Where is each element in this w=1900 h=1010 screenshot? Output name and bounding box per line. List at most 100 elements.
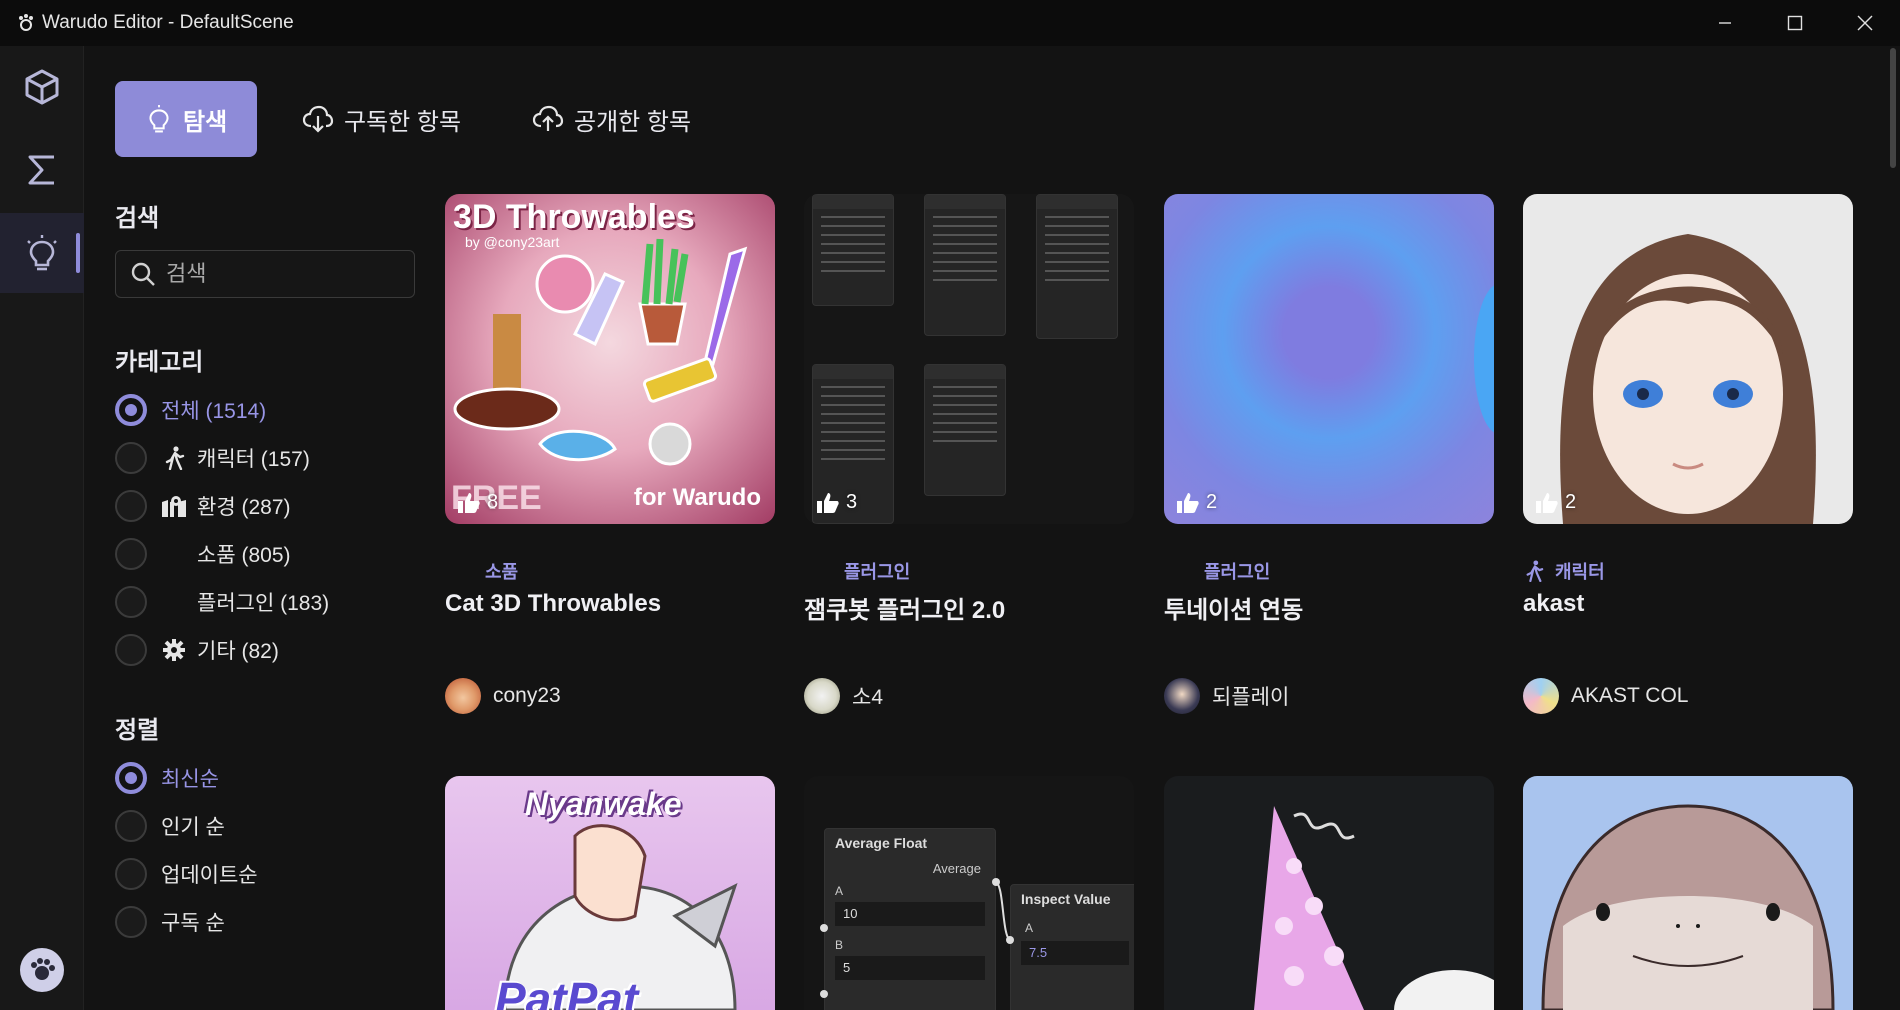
thumb-for: for Warudo <box>633 484 761 511</box>
like-count-value: 2 <box>1565 491 1577 513</box>
sort-heading: 정렬 <box>115 717 160 744</box>
category-environment[interactable]: 환경 (287) <box>115 486 291 526</box>
minimize-button[interactable] <box>1690 0 1760 46</box>
radio-button[interactable] <box>115 538 147 570</box>
lightbulb-icon <box>27 235 57 271</box>
gradient-shape <box>1474 284 1494 434</box>
thumb-headline: 3D Throwables <box>453 198 695 236</box>
radio-button[interactable] <box>115 442 147 474</box>
thumbs-up-icon <box>1536 492 1558 513</box>
radio-button[interactable] <box>115 906 147 938</box>
radio-button[interactable] <box>115 858 147 890</box>
character-portrait <box>1560 234 1816 524</box>
search-field[interactable] <box>115 250 415 298</box>
radio-button[interactable] <box>115 394 147 426</box>
author-name: 소4 <box>852 686 883 709</box>
like-count-value: 2 <box>1206 491 1218 513</box>
card-thumbnail[interactable]: 2 <box>1164 194 1494 524</box>
sort-newest[interactable]: 최신순 <box>115 758 219 798</box>
radio-button[interactable] <box>115 810 147 842</box>
rail-item-scene[interactable] <box>0 47 84 127</box>
rail-logo[interactable] <box>20 948 64 992</box>
walking-person-icon <box>1523 560 1545 582</box>
radio-button[interactable] <box>115 586 147 618</box>
category-all[interactable]: 전체 (1514) <box>115 390 266 430</box>
card-category-label: 소품 <box>485 562 519 582</box>
radio-button[interactable] <box>115 490 147 522</box>
cube-icon <box>25 69 59 105</box>
cloud-upload-icon <box>532 105 564 131</box>
node-graphic <box>1036 194 1118 339</box>
rail-item-discover[interactable] <box>0 213 84 293</box>
category-label: 기타 (82) <box>197 640 279 663</box>
search-input[interactable] <box>166 261 386 287</box>
radio-button[interactable] <box>115 634 147 666</box>
sort-label: 구독 순 <box>161 912 225 935</box>
sort-popular[interactable]: 인기 순 <box>115 806 225 846</box>
card-author[interactable]: cony23 <box>445 678 561 714</box>
gear-icon <box>161 637 187 663</box>
card-thumbnail[interactable] <box>1164 776 1494 1010</box>
card-author[interactable]: AKAST COL <box>1523 678 1689 714</box>
category-label: 전체 (1514) <box>161 400 267 423</box>
thumb-title: PatPat <box>495 973 639 1010</box>
like-count: 2 <box>1176 491 1217 514</box>
category-label: 환경 (287) <box>197 496 291 519</box>
workshop-card[interactable]: 2 플러그인 투네이션 연동 되플레이 <box>1164 194 1494 714</box>
node-wire <box>820 878 1014 998</box>
card-category: 소품 <box>445 558 518 584</box>
author-name: cony23 <box>493 684 561 707</box>
tab-discover[interactable]: 탐색 <box>115 81 258 157</box>
walking-person-icon <box>161 445 187 471</box>
card-author[interactable]: 되플레이 <box>1164 678 1289 714</box>
close-button[interactable] <box>1830 0 1900 46</box>
node-graphic <box>812 194 894 306</box>
card-title[interactable]: 잼쿠봇 플러그인 2.0 <box>804 590 1005 625</box>
workshop-card[interactable]: 3 플러그인 잼쿠봇 플러그인 2.0 소4 <box>804 194 1134 714</box>
card-thumbnail[interactable] <box>1523 776 1853 1010</box>
minimize-icon <box>1719 22 1731 24</box>
card-title[interactable]: Cat 3D Throwables <box>445 590 661 618</box>
tab-subscribed[interactable]: 구독한 항목 <box>302 81 461 157</box>
workshop-card[interactable]: 3D Throwables by @cony23art FREE for War… <box>445 194 775 714</box>
party-hat-art <box>1254 806 1494 1010</box>
like-count: 8 <box>457 491 498 514</box>
card-category-label: 플러그인 <box>1204 562 1271 582</box>
thumbs-up-icon <box>817 492 839 513</box>
sigma-icon <box>28 155 54 185</box>
search-heading: 검색 <box>115 205 160 232</box>
thumb-byline: by @cony23art <box>465 234 560 250</box>
sort-subscribed[interactable]: 구독 순 <box>115 902 225 942</box>
sort-updated[interactable]: 업데이트순 <box>115 854 258 894</box>
card-thumbnail[interactable]: 3D Throwables by @cony23art FREE for War… <box>445 194 775 524</box>
search-icon <box>131 262 155 286</box>
avatar <box>445 678 481 714</box>
vertical-scrollbar[interactable] <box>1890 48 1896 168</box>
tab-discover-label: 탐색 <box>183 108 228 136</box>
card-thumbnail[interactable]: 3 <box>804 194 1134 524</box>
title-bar: Warudo Editor - DefaultScene <box>0 0 1900 46</box>
card-title[interactable]: akast <box>1523 590 1584 618</box>
tab-published[interactable]: 공개한 항목 <box>532 81 691 157</box>
radio-button[interactable] <box>115 762 147 794</box>
like-count: 2 <box>1535 491 1576 514</box>
category-label: 캐릭터 (157) <box>197 448 310 471</box>
sort-label: 인기 순 <box>161 816 225 839</box>
category-character[interactable]: 캐릭터 (157) <box>115 438 310 478</box>
category-other[interactable]: 기타 (82) <box>115 630 279 670</box>
maximize-button[interactable] <box>1760 0 1830 46</box>
left-rail <box>0 46 84 1010</box>
paw-logo-icon <box>31 958 55 980</box>
card-category: 플러그인 <box>804 558 910 584</box>
workshop-card[interactable]: 2 캐릭터 akast AKAST COL <box>1523 194 1853 714</box>
card-category: 캐릭터 <box>1523 558 1605 584</box>
card-thumbnail[interactable]: Average Float Average A 10 B 5 Inspect V… <box>804 776 1134 1010</box>
card-thumbnail[interactable]: Nyanwake PatPat <box>445 776 775 1010</box>
card-thumbnail[interactable]: 2 <box>1523 194 1853 524</box>
category-plugins[interactable]: 플러그인 (183) <box>115 582 329 622</box>
card-author[interactable]: 소4 <box>804 678 883 714</box>
rail-item-blueprints[interactable] <box>0 130 84 210</box>
thumbs-up-icon <box>1177 492 1199 513</box>
card-title[interactable]: 투네이션 연동 <box>1164 590 1303 625</box>
category-props[interactable]: 소품 (805) <box>115 534 291 574</box>
